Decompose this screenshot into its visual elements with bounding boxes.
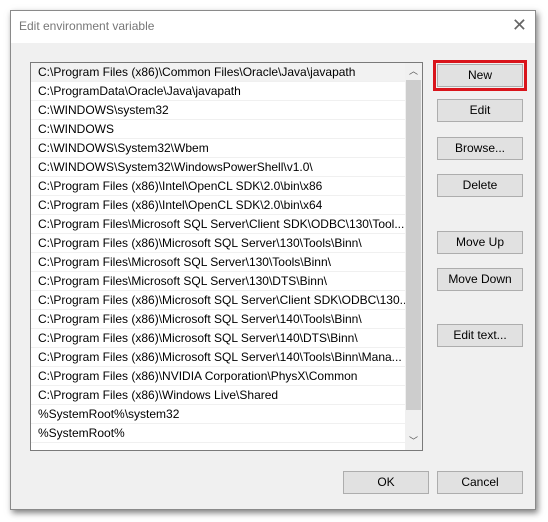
path-list-item[interactable]: %SystemRoot% (31, 424, 405, 443)
close-icon[interactable]: ✕ (512, 15, 527, 36)
browse-button[interactable]: Browse... (437, 137, 523, 160)
path-list-item[interactable]: C:\WINDOWS\system32 (31, 101, 405, 120)
move-down-button[interactable]: Move Down (437, 268, 523, 291)
path-list-item[interactable]: C:\ProgramData\Oracle\Java\javapath (31, 82, 405, 101)
vertical-scrollbar[interactable]: ︿ ﹀ (405, 63, 422, 450)
edit-text-button[interactable]: Edit text... (437, 324, 523, 347)
cancel-button[interactable]: Cancel (437, 471, 523, 494)
path-list-item[interactable]: C:\Program Files (x86)\Microsoft SQL Ser… (31, 291, 405, 310)
edit-button[interactable]: Edit (437, 99, 523, 122)
path-list-item[interactable]: C:\Program Files (x86)\Microsoft SQL Ser… (31, 234, 405, 253)
path-list-item[interactable]: C:\Program Files\Microsoft SQL Server\13… (31, 272, 405, 291)
path-list-item[interactable]: %SystemRoot%\system32 (31, 405, 405, 424)
delete-button[interactable]: Delete (437, 174, 523, 197)
path-list-item[interactable]: C:\WINDOWS (31, 120, 405, 139)
edit-environment-variable-dialog: Edit environment variable ✕ C:\Program F… (10, 10, 536, 510)
move-up-button[interactable]: Move Up (437, 231, 523, 254)
scroll-thumb[interactable] (406, 80, 421, 410)
scroll-up-icon[interactable]: ︿ (405, 63, 422, 80)
dialog-title: Edit environment variable (19, 19, 155, 33)
path-list-item[interactable]: C:\Program Files (x86)\NVIDIA Corporatio… (31, 367, 405, 386)
path-list-item[interactable]: C:\Program Files (x86)\Intel\OpenCL SDK\… (31, 196, 405, 215)
path-list-item[interactable]: C:\Program Files\Microsoft SQL Server\Cl… (31, 215, 405, 234)
path-list-item[interactable]: C:\Program Files (x86)\Microsoft SQL Ser… (31, 329, 405, 348)
scroll-down-icon[interactable]: ﹀ (405, 433, 422, 450)
path-list-item[interactable]: C:\Program Files (x86)\Intel\OpenCL SDK\… (31, 177, 405, 196)
path-list-item[interactable]: C:\Program Files (x86)\Microsoft SQL Ser… (31, 310, 405, 329)
path-list-item[interactable]: C:\Program Files (x86)\Common Files\Orac… (31, 63, 405, 82)
ok-button[interactable]: OK (343, 471, 429, 494)
path-list-item[interactable]: C:\Program Files\Microsoft SQL Server\13… (31, 253, 405, 272)
path-list-item[interactable]: C:\WINDOWS\System32\Wbem (31, 139, 405, 158)
title-bar: Edit environment variable ✕ (11, 11, 535, 43)
path-list-item[interactable]: C:\Program Files (x86)\Microsoft SQL Ser… (31, 348, 405, 367)
new-button[interactable]: New (433, 60, 527, 91)
path-list[interactable]: C:\Program Files (x86)\Common Files\Orac… (30, 62, 423, 451)
path-list-item[interactable]: C:\WINDOWS\System32\WindowsPowerShell\v1… (31, 158, 405, 177)
path-list-item[interactable]: C:\Program Files (x86)\Windows Live\Shar… (31, 386, 405, 405)
